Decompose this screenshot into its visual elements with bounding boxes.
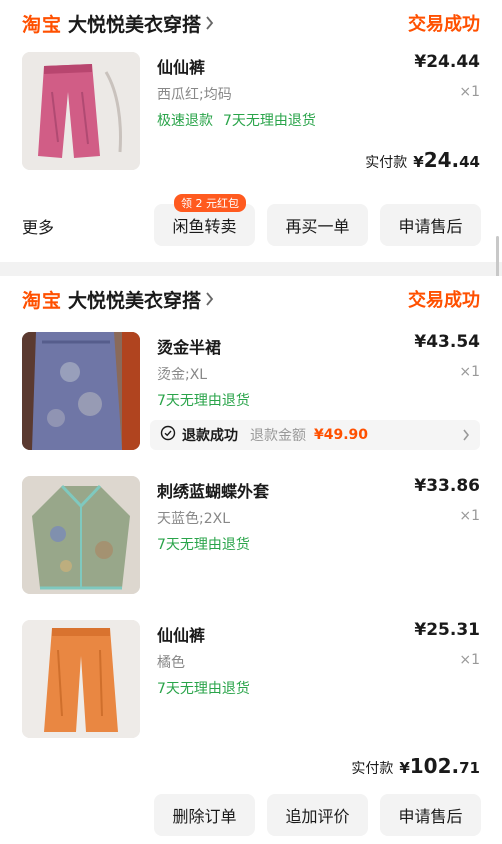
tag-7day-return: 7天无理由退货 [157,537,250,553]
product-name[interactable]: 仙仙裤 [157,622,205,646]
paid-amount: 实付款 ¥ 24. 44 [365,148,480,172]
product-quantity: ×1 [459,84,480,100]
product-image-gold-skirt[interactable] [22,332,140,450]
product-variant: 烫金;XL [157,367,208,383]
refund-status: 退款成功 [182,428,238,444]
paid-decimal: 44 [459,153,480,171]
product-variant: 天蓝色;2XL [157,511,231,527]
service-tags: 极速退款 7天无理由退货 [157,110,326,130]
chevron-right-icon [205,292,217,306]
chevron-right-icon [462,426,470,445]
tag-fast-refund: 极速退款 [157,113,213,129]
order-status: 交易成功 [408,290,480,311]
product-name[interactable]: 仙仙裤 [157,54,205,78]
product-price: ¥33.86 [414,476,480,496]
product-price: ¥25.31 [414,620,480,640]
scrollbar[interactable] [496,236,499,278]
after-sales-button[interactable]: 申请售后 [380,204,481,246]
order-card: 淘宝 大悦悦美衣穿搭 交易成功 烫金半裙 烫金;XL 7天无理由退货 ¥43.5… [0,276,502,844]
product-variant: 西瓜红;均码 [157,87,232,103]
shop-header[interactable]: 淘宝 大悦悦美衣穿搭 [22,8,217,38]
order-item[interactable]: 仙仙裤 橘色 7天无理由退货 ¥25.31 ×1 [0,620,502,740]
service-tags: 7天无理由退货 [157,534,260,554]
delete-order-button[interactable]: 删除订单 [154,794,255,836]
refund-status-bar[interactable]: 退款成功 退款金额 ¥49.90 [150,420,480,450]
tag-7day-return: 7天无理由退货 [157,681,250,697]
product-variant: 橘色 [157,655,185,671]
product-name[interactable]: 刺绣蓝蝴蝶外套 [157,478,269,502]
paid-integer: 102. [409,754,460,778]
order-item[interactable]: 烫金半裙 烫金;XL 7天无理由退货 ¥43.54 ×1 退款成功 退款金额 ¥… [0,332,502,452]
service-tags: 7天无理由退货 [157,390,260,410]
tag-7day-return: 7天无理由退货 [157,393,250,409]
shop-name[interactable]: 大悦悦美衣穿搭 [68,286,201,313]
chevron-right-icon [205,16,217,30]
paid-currency: ¥ [399,759,410,777]
shop-name[interactable]: 大悦悦美衣穿搭 [68,10,201,37]
product-image-embroidered-jacket[interactable] [22,476,140,594]
refund-amount-label: 退款金额 [250,428,306,444]
paid-decimal: 71 [459,759,480,777]
paid-amount: 实付款 ¥ 102. 71 [351,754,480,778]
check-circle-icon [160,425,176,445]
order-item[interactable]: 刺绣蓝蝴蝶外套 天蓝色;2XL 7天无理由退货 ¥33.86 ×1 [0,476,502,596]
product-quantity: ×1 [459,508,480,524]
paid-label: 实付款 [365,155,408,171]
order-card: 淘宝 大悦悦美衣穿搭 交易成功 仙仙裤 西瓜红;均码 极速退款 7天无理由退货 ¥… [0,0,502,262]
service-tags: 7天无理由退货 [157,678,260,698]
product-name[interactable]: 烫金半裙 [157,334,221,358]
product-quantity: ×1 [459,364,480,380]
refund-amount: ¥49.90 [314,427,369,443]
paid-integer: 24. [423,148,460,172]
after-sales-button[interactable]: 申请售后 [380,794,481,836]
product-image-orange-pants[interactable] [22,620,140,738]
add-review-button[interactable]: 追加评价 [267,794,368,836]
red-packet-badge: 领 2 元红包 [174,194,246,212]
product-quantity: ×1 [459,652,480,668]
paid-label: 实付款 [351,761,394,777]
product-price: ¥24.44 [414,52,480,72]
product-image-pink-pants[interactable] [22,52,140,170]
product-price: ¥43.54 [414,332,480,352]
paid-currency: ¥ [413,153,424,171]
taobao-logo: 淘宝 [22,289,63,312]
taobao-logo: 淘宝 [22,13,63,36]
buy-again-button[interactable]: 再买一单 [267,204,368,246]
order-status: 交易成功 [408,14,480,35]
shop-header[interactable]: 淘宝 大悦悦美衣穿搭 [22,284,217,314]
more-button[interactable]: 更多 [22,214,54,238]
tag-7day-return: 7天无理由退货 [223,113,316,129]
